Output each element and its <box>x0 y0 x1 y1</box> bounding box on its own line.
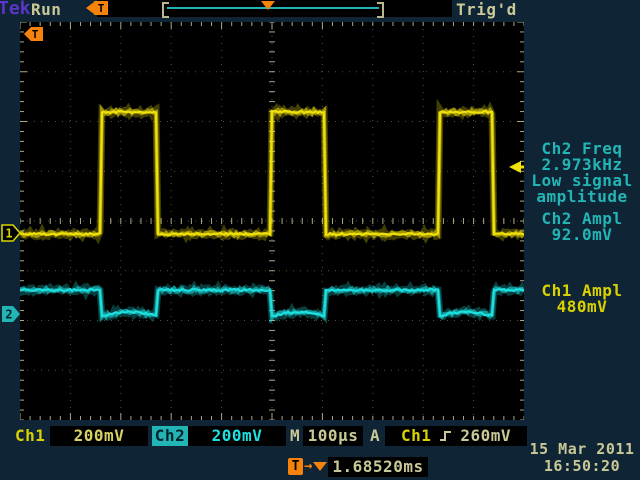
ch1-marker-label: 1 <box>5 227 12 241</box>
warning-line2: amplitude <box>524 189 640 205</box>
trigger-position-icon: T <box>86 1 110 16</box>
ch2-marker-label: 2 <box>5 308 12 322</box>
trigger-level-value: 260mV <box>460 428 511 444</box>
ch2-scale-readout: 200mV <box>188 426 286 446</box>
arrow-right-icon: → <box>304 458 312 475</box>
record-bracket-left-icon <box>162 2 169 18</box>
ch1-scale-readout: 200mV <box>50 426 148 446</box>
ch1-ground-marker: 1 <box>1 224 21 242</box>
rising-edge-icon <box>439 429 452 443</box>
graticule: T <box>20 22 524 420</box>
trigger-position-letter: T <box>98 2 105 15</box>
trigger-readout: Ch1 260mV <box>385 426 527 446</box>
record-bracket-right-icon <box>377 2 384 18</box>
trigger-source: Ch1 <box>401 428 431 444</box>
trigger-status: Trig'd <box>456 2 517 18</box>
trigger-group-label: A <box>370 428 380 444</box>
window-position-footer-icon <box>313 462 327 471</box>
ch1-label: Ch1 <box>15 428 45 444</box>
datetime-readout: 15 Mar 2011 16:50:20 <box>524 441 640 475</box>
oscilloscope-screen: Tek Run T Trig'd T 1 2 Ch2 Freq 2.973kHz… <box>0 0 640 480</box>
time-value: 16:50:20 <box>524 458 640 475</box>
timebase-readout: 100µs <box>303 426 363 446</box>
ch2-ampl-value: 92.0mV <box>524 227 640 243</box>
window-position-icon <box>261 1 275 10</box>
tek-logo: Tek <box>0 0 31 19</box>
ch2-ampl-readout: Ch2 Ampl 92.0mV <box>524 211 640 243</box>
delay-marker-icon: T <box>288 458 303 475</box>
ch1-ampl-value: 480mV <box>524 299 640 315</box>
graticule-trigger-letter: T <box>32 28 39 41</box>
ch1-ampl-readout: Ch1 Ampl 480mV <box>524 283 640 315</box>
timebase-label: M <box>290 428 300 444</box>
waveform-display: T <box>20 22 524 420</box>
delay-marker-letter: T <box>292 459 300 474</box>
date-value: 15 Mar 2011 <box>524 441 640 458</box>
ch2-freq-readout: Ch2 Freq 2.973kHz Low signal amplitude <box>524 141 640 205</box>
acquisition-status: Run <box>31 2 61 18</box>
ch2-ground-marker: 2 <box>1 305 21 323</box>
ch2-label-badge: Ch2 <box>152 426 188 446</box>
delay-value-readout: 1.68520ms <box>328 457 428 477</box>
